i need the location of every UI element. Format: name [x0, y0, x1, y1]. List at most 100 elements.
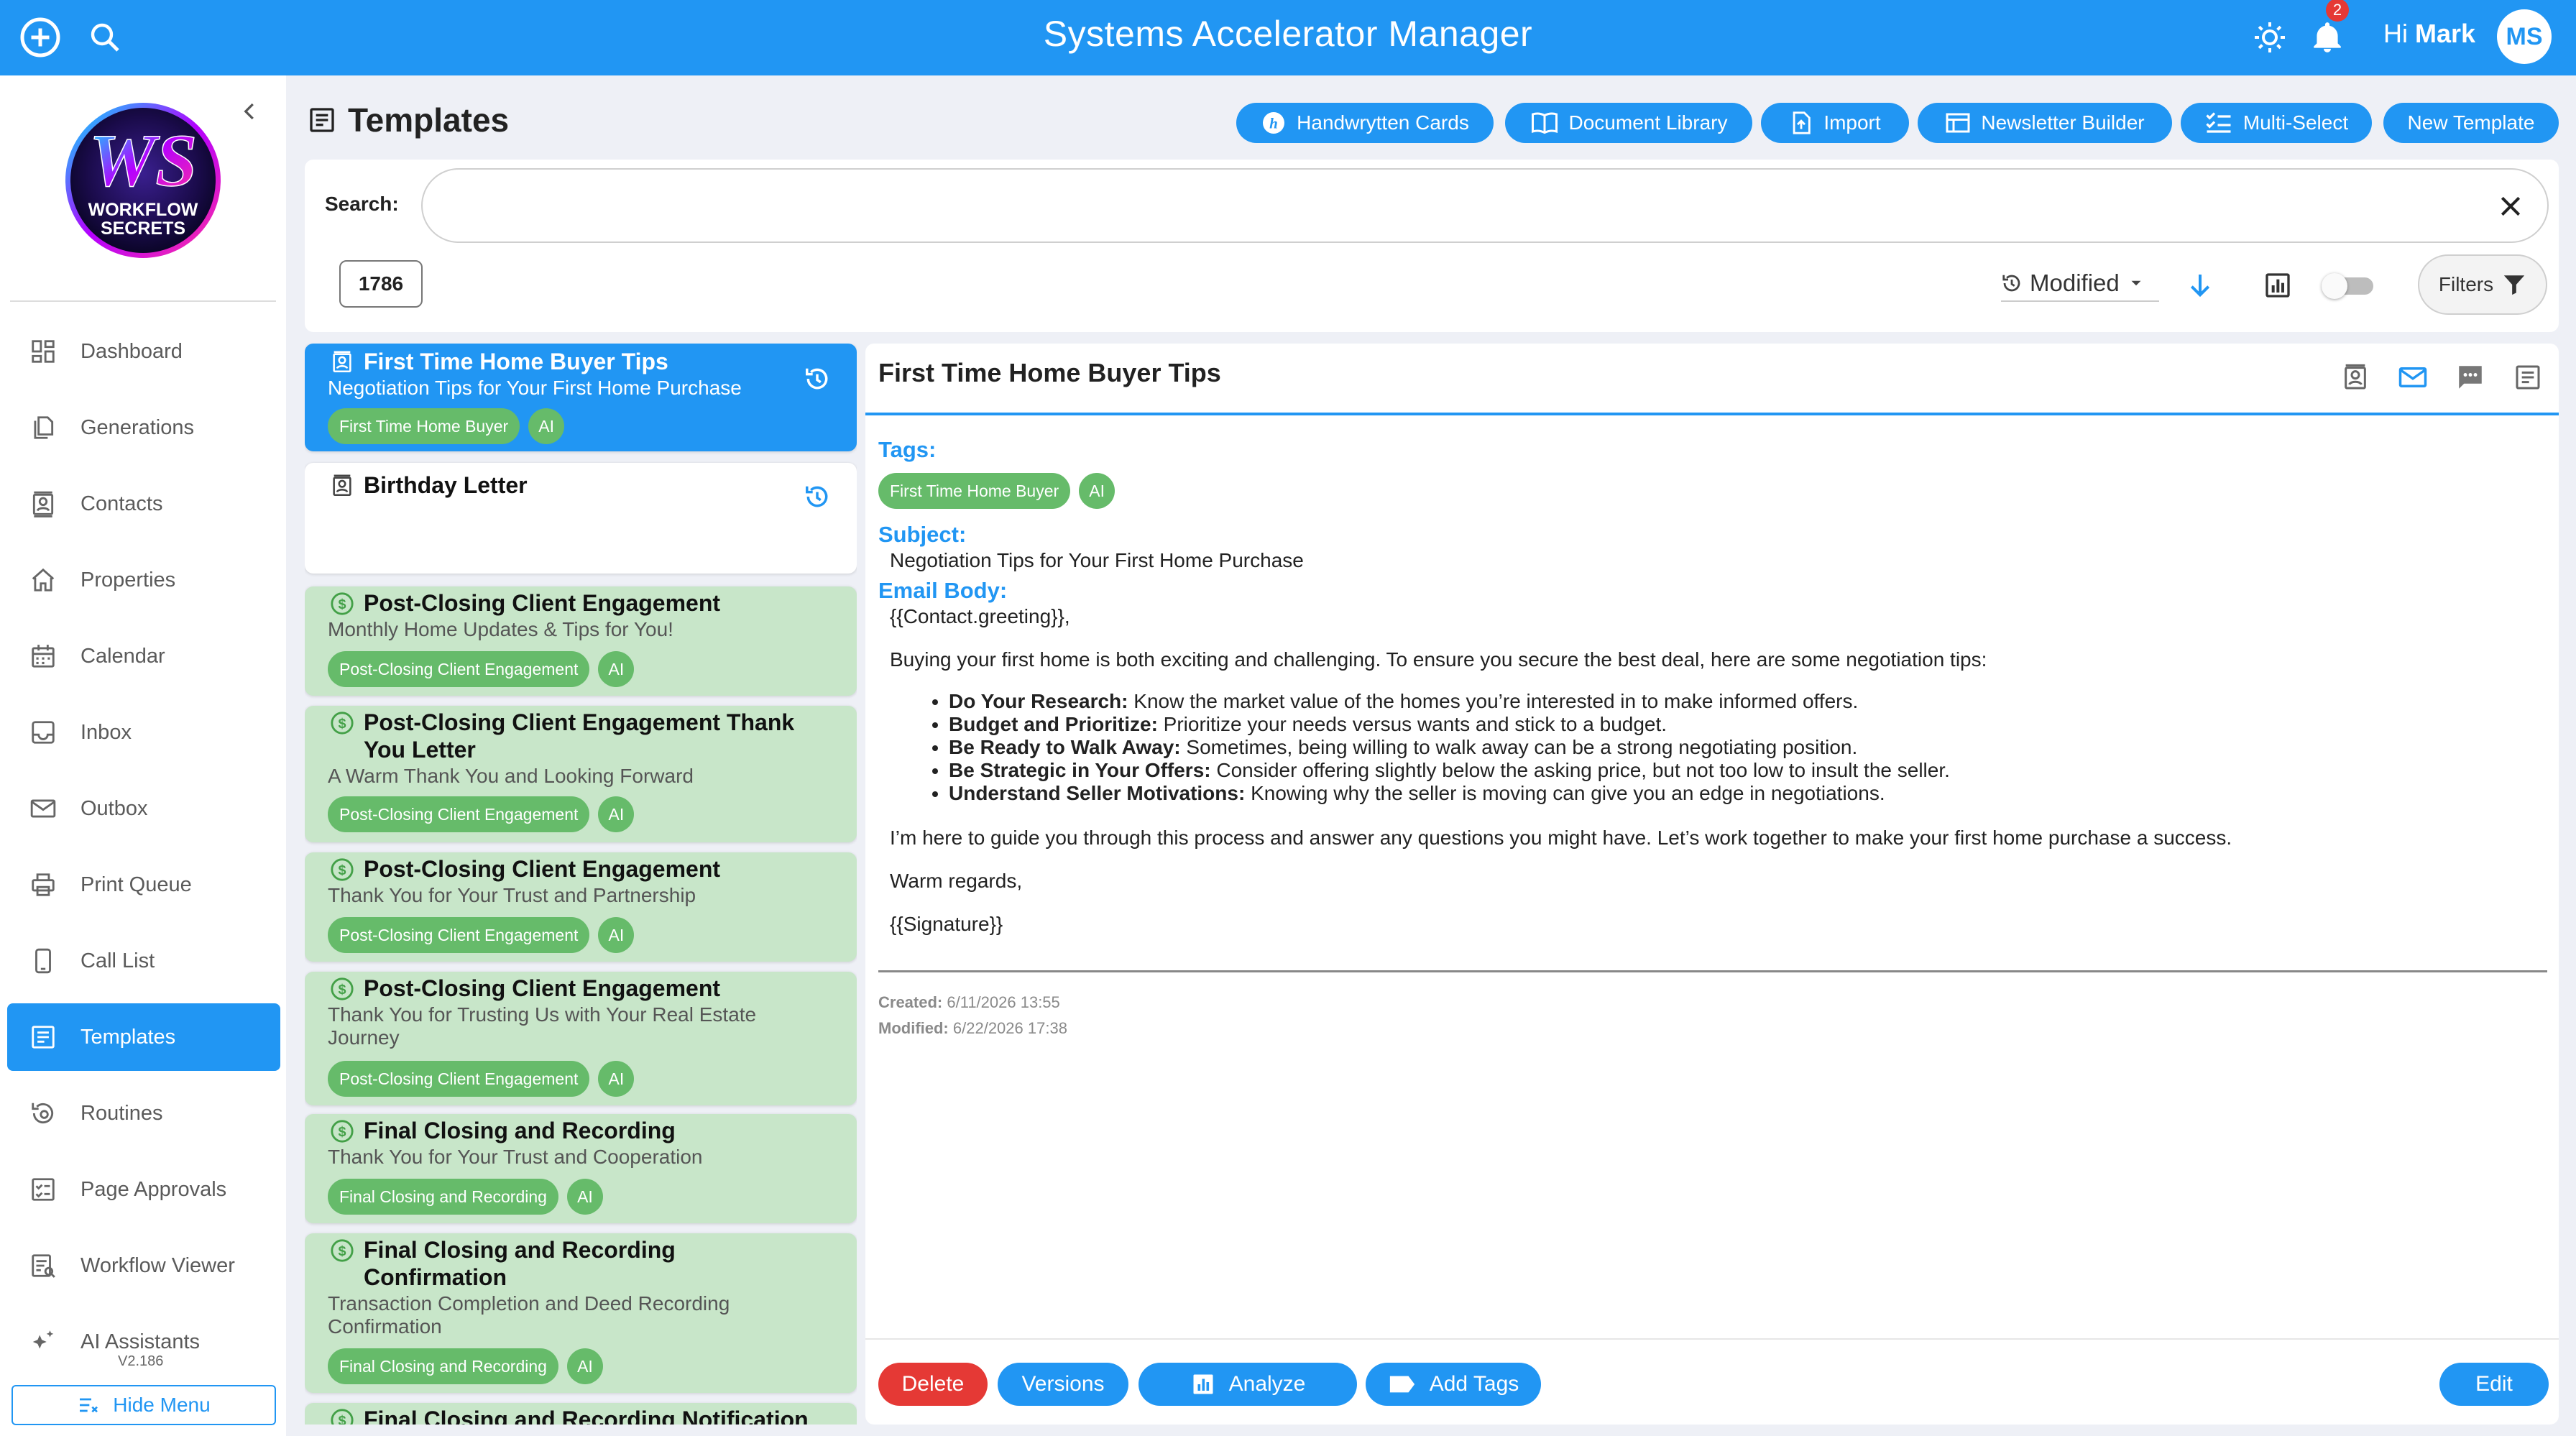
detail-header-divider — [865, 413, 2559, 415]
body-intro: Buying your first home is both exciting … — [890, 648, 1987, 671]
ai-tag-chip[interactable]: AI — [528, 408, 565, 444]
document-library-button[interactable]: Document Library — [1505, 103, 1752, 143]
template-tags: Final Closing and Recording AI — [328, 1179, 603, 1215]
template-title: Post-Closing Client Engagement — [364, 975, 721, 1001]
template-card[interactable]: $ Final Closing and Recording Confirmati… — [305, 1233, 857, 1393]
notifications-bell-icon[interactable] — [2303, 13, 2352, 62]
filters-button[interactable]: Filters — [2418, 254, 2547, 315]
svg-text:$: $ — [338, 862, 346, 878]
tip-text: Knowing why the seller is moving can giv… — [1245, 782, 1885, 804]
tag-chip[interactable]: Final Closing and Recording — [328, 1179, 558, 1215]
contact-card-icon[interactable] — [2337, 359, 2373, 395]
sidebar-item-dashboard[interactable]: Dashboard — [7, 318, 280, 385]
search-input[interactable] — [421, 168, 2549, 243]
templates-icon — [27, 1021, 59, 1053]
sort-direction-arrow-icon[interactable] — [2182, 267, 2218, 303]
dollar-icon: $ — [328, 855, 356, 884]
import-button[interactable]: Import — [1761, 103, 1909, 143]
ai-tag-chip[interactable]: AI — [598, 796, 635, 832]
template-tags: Final Closing and Recording AI — [328, 1348, 603, 1384]
svg-text:$: $ — [338, 1243, 346, 1259]
template-card[interactable]: $ Post-Closing Client Engagement Monthly… — [305, 586, 857, 696]
svg-text:$: $ — [338, 1124, 346, 1140]
delete-button[interactable]: Delete — [878, 1363, 988, 1406]
email-icon[interactable] — [2395, 359, 2431, 395]
sms-chat-icon[interactable] — [2452, 359, 2488, 395]
modified-value: 6/22/2026 17:38 — [952, 1019, 1067, 1037]
generations-icon — [27, 412, 59, 443]
tag-chip[interactable]: Final Closing and Recording — [328, 1348, 558, 1384]
template-title: Post-Closing Client Engagement Thank You… — [364, 709, 795, 763]
template-title: Birthday Letter — [364, 472, 528, 498]
created-value: 6/11/2026 13:55 — [947, 993, 1060, 1011]
template-card[interactable]: $ Post-Closing Client Engagement Thank Y… — [305, 972, 857, 1105]
ai-tag-chip[interactable]: AI — [598, 917, 635, 953]
sidebar-item-templates[interactable]: Templates — [7, 1003, 280, 1071]
dollar-icon: $ — [328, 709, 356, 737]
sidebar-item-generations[interactable]: Generations — [7, 394, 280, 461]
edit-button[interactable]: Edit — [2439, 1363, 2549, 1406]
tag-chip[interactable]: Post-Closing Client Engagement — [328, 796, 590, 832]
sidebar-item-label: Outbox — [80, 796, 148, 820]
sidebar-item-print-queue[interactable]: Print Queue — [7, 851, 280, 919]
inbox-icon — [27, 717, 59, 748]
email-body-label: Email Body: — [878, 578, 1008, 603]
detail-view-icons — [2337, 359, 2546, 395]
chart-icon[interactable] — [2260, 267, 2296, 303]
handwrytten-cards-button[interactable]: h Handwrytten Cards — [1236, 103, 1494, 143]
letter-document-icon[interactable] — [2510, 359, 2546, 395]
sidebar-item-contacts[interactable]: Contacts — [7, 470, 280, 538]
template-card[interactable]: $ Final Closing and Recording Notificati… — [305, 1403, 857, 1425]
ai-tag-chip[interactable]: AI — [598, 651, 635, 687]
ai-tag-chip[interactable]: AI — [1079, 473, 1116, 509]
ai-tag-chip[interactable]: AI — [566, 1348, 603, 1384]
versions-button[interactable]: Versions — [998, 1363, 1128, 1406]
close-icon[interactable] — [2493, 188, 2529, 224]
sort-select[interactable]: Modified — [2001, 266, 2159, 302]
button-label: New Template — [2407, 111, 2535, 134]
sidebar-item-routines[interactable]: Routines — [7, 1080, 280, 1147]
routines-icon — [27, 1097, 59, 1129]
import-icon — [1789, 110, 1813, 136]
tag-chip[interactable]: First Time Home Buyer — [878, 473, 1071, 509]
template-card[interactable]: $ Post-Closing Client Engagement Thank Y… — [305, 852, 857, 962]
view-toggle-switch[interactable] — [2322, 273, 2376, 299]
add-tags-button[interactable]: Add Tags — [1366, 1363, 1541, 1406]
sidebar-item-properties[interactable]: Properties — [7, 546, 280, 614]
dollar-icon: $ — [328, 1117, 356, 1146]
tag-chip[interactable]: First Time Home Buyer — [328, 408, 520, 444]
tag-chip[interactable]: Post-Closing Client Engagement — [328, 651, 590, 687]
hide-menu-button[interactable]: Hide Menu — [12, 1385, 276, 1425]
brightness-icon[interactable] — [2245, 13, 2294, 62]
ai-tag-chip[interactable]: AI — [598, 1061, 635, 1097]
multi-select-button[interactable]: Multi-Select — [2181, 103, 2372, 143]
collapse-sidebar-chevron-icon[interactable] — [237, 97, 263, 126]
sidebar-item-outbox[interactable]: Outbox — [7, 775, 280, 842]
list-item: Do Your Research: Know the market value … — [949, 690, 1950, 713]
contact-card-icon — [328, 348, 356, 377]
template-tags: Post-Closing Client Engagement AI — [328, 917, 635, 953]
sidebar-item-call-list[interactable]: Call List — [7, 927, 280, 995]
tag-chip[interactable]: Post-Closing Client Engagement — [328, 917, 590, 953]
sort-label: Modified — [2030, 270, 2120, 296]
dollar-icon: $ — [328, 975, 356, 1003]
sidebar-item-page-approvals[interactable]: Page Approvals — [7, 1156, 280, 1223]
template-card[interactable]: $ Final Closing and Recording Thank You … — [305, 1114, 857, 1223]
sidebar-item-workflow-viewer[interactable]: Workflow Viewer — [7, 1232, 280, 1299]
template-card[interactable]: $ Post-Closing Client Engagement Thank Y… — [305, 706, 857, 842]
ai-tag-chip[interactable]: AI — [566, 1179, 603, 1215]
template-card[interactable]: Birthday Letter — [305, 463, 857, 574]
modified-label: Modified: — [878, 1019, 949, 1037]
analyze-button[interactable]: Analyze — [1138, 1363, 1357, 1406]
template-card[interactable]: First Time Home Buyer Tips Negotiation T… — [305, 344, 857, 451]
template-subtitle: Thank You for Your Trust and Cooperation — [328, 1146, 703, 1168]
body-signoff: Warm regards, — [890, 870, 1023, 892]
history-icon[interactable] — [801, 362, 834, 395]
sidebar-item-inbox[interactable]: Inbox — [7, 699, 280, 766]
new-template-button[interactable]: New Template — [2383, 103, 2559, 143]
tag-chip[interactable]: Post-Closing Client Engagement — [328, 1061, 590, 1097]
newsletter-builder-button[interactable]: Newsletter Builder — [1918, 103, 2172, 143]
sidebar-item-calendar[interactable]: Calendar — [7, 622, 280, 690]
user-avatar[interactable]: MS — [2497, 9, 2552, 64]
history-icon[interactable] — [801, 480, 834, 513]
